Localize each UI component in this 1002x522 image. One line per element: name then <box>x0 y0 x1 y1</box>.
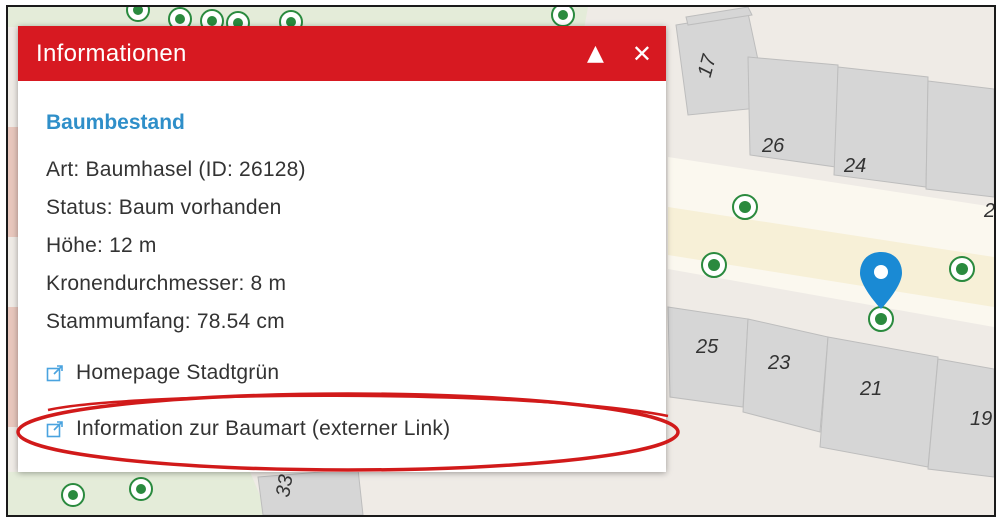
attribute-trunk-circumference: Stammumfang: 78.54 cm <box>46 310 285 333</box>
section-title: Baumbestand <box>46 111 185 134</box>
tree-point-icon <box>732 194 758 220</box>
tree-point-icon <box>551 7 575 27</box>
attribute-crown-diameter: Kronendurchmesser: 8 m <box>46 272 287 295</box>
info-popup: Informationen ▲ ✕ Baumbestand Art: Baumh… <box>18 26 666 472</box>
attribute-species: Art: Baumhasel (ID: 26128) <box>46 158 306 181</box>
link-label: Information zur Baumart (externer Link) <box>76 417 451 440</box>
tree-point-icon <box>949 256 975 282</box>
link-label: Homepage Stadtgrün <box>76 361 280 384</box>
attribute-status: Status: Baum vorhanden <box>46 196 282 219</box>
attribute-height: Höhe: 12 m <box>46 234 157 257</box>
house-number: 25 <box>695 336 719 358</box>
popup-title: Informationen <box>36 39 187 67</box>
popup-controls: ▲ ✕ <box>587 42 652 66</box>
tree-point-icon <box>701 252 727 278</box>
popup-body: Baumbestand Art: Baumhasel (ID: 26128) S… <box>18 81 666 445</box>
close-icon[interactable]: ✕ <box>632 42 652 66</box>
link-baumart-info[interactable]: Information zur Baumart (externer Link) <box>46 413 666 445</box>
house-number: 24 <box>843 155 866 177</box>
link-homepage-stadtgruen[interactable]: Homepage Stadtgrün <box>46 357 666 389</box>
triangle-up-icon[interactable]: ▲ <box>587 42 604 65</box>
house-number: 23 <box>767 352 790 374</box>
external-link-icon <box>46 365 63 382</box>
popup-header: Informationen ▲ ✕ <box>18 26 666 81</box>
tree-point-icon <box>61 483 85 507</box>
house-number: 33 <box>272 473 298 499</box>
external-link-icon <box>46 421 63 438</box>
tree-point-icon <box>868 306 894 332</box>
tree-point-icon <box>126 7 150 22</box>
house-number: 21 <box>859 378 882 400</box>
house-number: 26 <box>761 135 785 157</box>
tree-point-icon <box>129 477 153 501</box>
house-number: 19 <box>970 408 992 430</box>
house-number: 2 <box>983 200 994 222</box>
